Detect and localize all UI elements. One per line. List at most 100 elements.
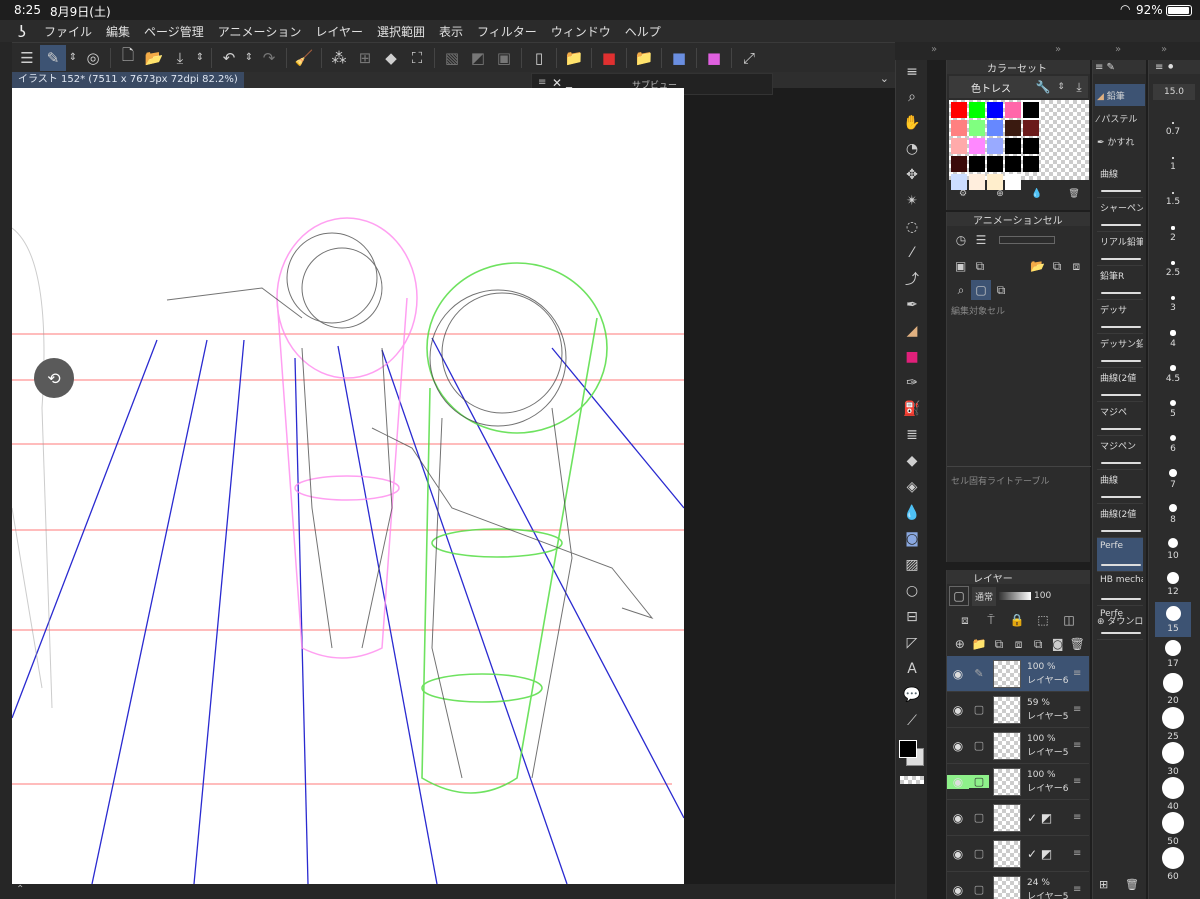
canvas-paper[interactable]: ⟲ [12,88,684,884]
transform-icon[interactable]: ⛶ [404,45,430,71]
reference-icon[interactable]: ⍑ [981,610,1001,630]
transparent-color[interactable] [900,776,924,784]
layer-property-icon[interactable]: ▢ [949,586,969,606]
brush-size-item[interactable]: 20 [1155,672,1191,707]
brush-size-item[interactable]: 1 [1155,147,1191,182]
crop-icon[interactable]: ⊞ [352,45,378,71]
brush-size-item[interactable]: 12 [1155,567,1191,602]
drag-handle-icon[interactable]: ≡ [1073,740,1081,751]
brush-size-item[interactable]: 2.5 [1155,252,1191,287]
pencil-tool-icon[interactable]: ◢ [896,318,928,344]
clear-icon[interactable]: 🧹 [291,45,317,71]
folder-export-icon[interactable]: 📁 [561,45,587,71]
updown-icon[interactable]: ⇕ [1052,77,1070,97]
merge-icon[interactable]: ⧈ [1010,634,1028,654]
correct-line-icon[interactable]: ⟋ [896,708,928,734]
menu-filter[interactable]: フィルター [477,23,537,40]
eraser-icon[interactable]: ◆ [896,448,928,474]
menu-file[interactable]: ファイル [44,23,92,40]
mask-icon[interactable]: ◫ [1059,610,1079,630]
menu-view[interactable]: 表示 [439,23,463,40]
text-tool-icon[interactable]: A [896,656,928,682]
color-swatch[interactable] [969,120,985,136]
eye-icon[interactable]: ◉ [947,739,969,753]
vector-icon[interactable]: ⤴ [896,266,928,292]
brush-size-item[interactable]: 4.5 [1155,357,1191,392]
opacity-value[interactable]: 100 [1034,591,1051,601]
brush-item[interactable]: Perfe [1097,538,1143,572]
color-indicator[interactable] [896,734,927,774]
brush-item[interactable]: マジペン [1097,436,1143,470]
menu-help[interactable]: ヘルプ [625,23,661,40]
new-file-icon[interactable]: 🗋 [115,45,141,71]
color-swatch[interactable] [951,174,967,190]
eye-icon[interactable]: ◉ [947,847,969,861]
brush-size-item[interactable]: 17 [1155,637,1191,672]
save-icon[interactable]: ⤓ [167,45,193,71]
minimize-icon[interactable]: _ [566,74,572,88]
updown-icon[interactable]: ⇕ [193,45,207,71]
cel-slider[interactable] [999,236,1055,244]
brush-icon[interactable]: ✒ [896,292,928,318]
chevron-down-icon[interactable]: ⌄ [880,72,889,85]
cel-next-icon[interactable]: ⧉ [991,280,1011,300]
ellipse-icon[interactable]: ○ [896,578,928,604]
tone-icon[interactable]: ◩ [465,45,491,71]
drop-icon[interactable]: 💧 [1027,184,1047,204]
undo-icon[interactable]: ↶ [216,45,242,71]
new-folder-icon[interactable]: 📁 [971,634,989,654]
brush-size-value[interactable]: 15.0 [1153,84,1195,100]
brush-item[interactable]: 曲線 [1097,164,1143,198]
brush-item[interactable]: デッサン鉛 [1097,334,1143,368]
menu-selection[interactable]: 選択範囲 [377,23,425,40]
deselect-icon[interactable]: ⁂ [326,45,352,71]
pen-tool-icon[interactable]: ✑ [896,370,928,396]
color-swatch[interactable] [1005,156,1021,172]
color-swatch[interactable] [1023,120,1039,136]
drag-handle-icon[interactable]: ≡ [1073,884,1081,895]
color-swatch[interactable] [1005,174,1021,190]
eye-icon[interactable]: ◉ [947,811,969,825]
new-layer-icon[interactable]: ⊕ [951,634,969,654]
zoom-tool-icon[interactable]: ⌕ [896,84,928,110]
layers-icon[interactable]: ☰ [971,230,991,250]
hand-tool-icon[interactable]: ✋ [896,110,928,136]
drag-handle-icon[interactable]: ≡ [1073,776,1081,787]
import-icon[interactable]: ⤓ [1070,77,1088,97]
red-action-icon[interactable]: ■ [596,45,622,71]
color-swatch[interactable] [951,120,967,136]
brush-size-item[interactable]: 1.5 [1155,182,1191,217]
brush-item[interactable]: シャーペン [1097,198,1143,232]
auto-select-icon[interactable]: ✴ [896,188,928,214]
eye-icon[interactable]: ◉ [947,774,969,789]
lock-toggle-icon[interactable]: ▢ [969,775,989,788]
search-cel-icon[interactable]: ⌕ [951,280,971,300]
companion-icon[interactable]: ◎ [80,45,106,71]
ruler-off-icon[interactable]: ▧ [439,45,465,71]
cel-delete-icon[interactable]: ⧈ [1067,256,1086,276]
color-brush-icon[interactable]: ■ [896,344,928,370]
hamburger-icon[interactable]: ☰ [14,45,40,71]
color-swatch[interactable] [987,174,1003,190]
lasso-icon[interactable]: ◌ [896,214,928,240]
foreground-color[interactable] [899,740,917,758]
opacity-slider[interactable] [999,592,1032,600]
timer-icon[interactable]: ◷ [951,230,971,250]
menu-layer[interactable]: レイヤー [315,23,363,40]
color-swatch[interactable] [987,156,1003,172]
cel-link-icon[interactable]: ⧉ [1047,256,1066,276]
open-recent-icon[interactable]: 📁 [631,45,657,71]
color-swatch[interactable] [969,138,985,154]
brush-size-item[interactable]: 8 [1155,497,1191,532]
lock-icon[interactable]: 🔒 [1007,610,1027,630]
eye-icon[interactable]: ◉ [947,703,969,717]
color-swatch[interactable] [1005,138,1021,154]
edit-mode-icon[interactable]: ✎ [40,44,66,71]
eye-icon[interactable]: ◉ [947,883,969,897]
swatch-grid[interactable] [949,100,1089,190]
cel-copy-icon[interactable]: ⧉ [970,256,989,276]
drag-handle-icon[interactable]: ≡ [1073,704,1081,715]
color-swatch[interactable] [951,156,967,172]
app-logo-icon[interactable]: ʖ [0,22,44,41]
layer-row[interactable]: ◉ ▢ 100 % レイヤー5 ≡ [947,728,1089,764]
